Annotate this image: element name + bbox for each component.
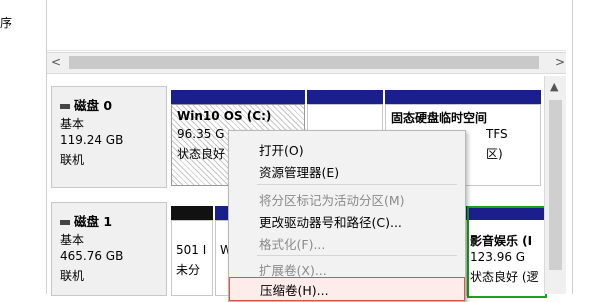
partition-ssd-title: 固态硬盘临时空间: [391, 111, 488, 125]
disk-1-status: 联机: [60, 269, 85, 283]
disk-0-status: 联机: [60, 153, 85, 167]
disk-0-label[interactable]: 磁盘 0 基本 119.24 GB 联机: [51, 86, 167, 188]
partition-bar: [385, 90, 541, 104]
partition-entertainment-title: 影音娱乐 (I: [470, 234, 533, 248]
partition-entertainment[interactable]: 影音娱乐 (I 123.96 G 状态良好 (逻: [467, 206, 547, 298]
partition-c-size: 96.35 G: [177, 127, 225, 141]
disk-0-title: 磁盘 0: [60, 95, 112, 114]
menu-item-format[interactable]: 格式化(F)...: [229, 231, 465, 253]
menu-separator: [257, 255, 457, 256]
partition-c-title: Win10 OS (C:): [177, 109, 272, 123]
partition-bar: [307, 90, 383, 104]
vertical-scrollbar[interactable]: ▲: [544, 76, 567, 294]
left-panel: 序: [0, 0, 46, 294]
menu-separator: [257, 184, 457, 185]
scroll-up-icon[interactable]: ▲: [550, 80, 558, 93]
partition-bar: [469, 208, 545, 220]
horizontal-scrollbar[interactable]: < >: [47, 52, 573, 74]
disk-icon: [60, 104, 70, 109]
partition-unallocated[interactable]: 501 I 未分: [171, 206, 213, 296]
disk-1-label[interactable]: 磁盘 1 基本 465.76 GB 联机: [51, 202, 167, 296]
partition-ssd-status: 区): [486, 147, 503, 161]
disk-icon: [60, 220, 70, 225]
partition-c-status: 状态良好: [177, 147, 226, 161]
menu-item-change-drive-letter[interactable]: 更改驱动器号和路径(C)...: [229, 209, 465, 231]
partition-entertainment-status: 状态良好 (逻: [470, 270, 539, 284]
partition-bar: [171, 206, 213, 220]
disk-0-type: 基本: [60, 117, 85, 131]
disk-0-size: 119.24 GB: [60, 133, 124, 147]
menu-item-mark-active[interactable]: 将分区标记为活动分区(M): [229, 187, 465, 209]
partition-bar: [171, 90, 305, 104]
horizontal-scroll-thumb[interactable]: [69, 56, 539, 69]
vertical-scroll-thumb[interactable]: [549, 100, 562, 270]
window-border: [572, 0, 573, 294]
disk-1-size: 465.76 GB: [60, 249, 124, 263]
left-panel-label: 序: [0, 16, 13, 30]
context-menu: 打开(O) 资源管理器(E) 将分区标记为活动分区(M) 更改驱动器号和路径(C…: [228, 130, 466, 302]
volume-list[interactable]: [47, 0, 572, 51]
scroll-left-icon[interactable]: <: [51, 55, 61, 69]
disk-1-title: 磁盘 1: [60, 211, 112, 230]
menu-item-shrink-volume[interactable]: 压缩卷(H)...: [229, 277, 465, 301]
partition-unallocated-size: 501 I: [176, 243, 207, 257]
partition-unallocated-status: 未分: [176, 263, 201, 277]
scroll-right-icon[interactable]: >: [555, 55, 565, 69]
partition-ssd-fs: TFS: [486, 127, 508, 141]
menu-item-open[interactable]: 打开(O): [229, 137, 465, 159]
menu-item-explorer[interactable]: 资源管理器(E): [229, 159, 465, 181]
disk-1-type: 基本: [60, 233, 85, 247]
menu-item-extend-volume[interactable]: 扩展卷(X)...: [229, 257, 465, 279]
partition-entertainment-size: 123.96 G: [470, 250, 526, 264]
